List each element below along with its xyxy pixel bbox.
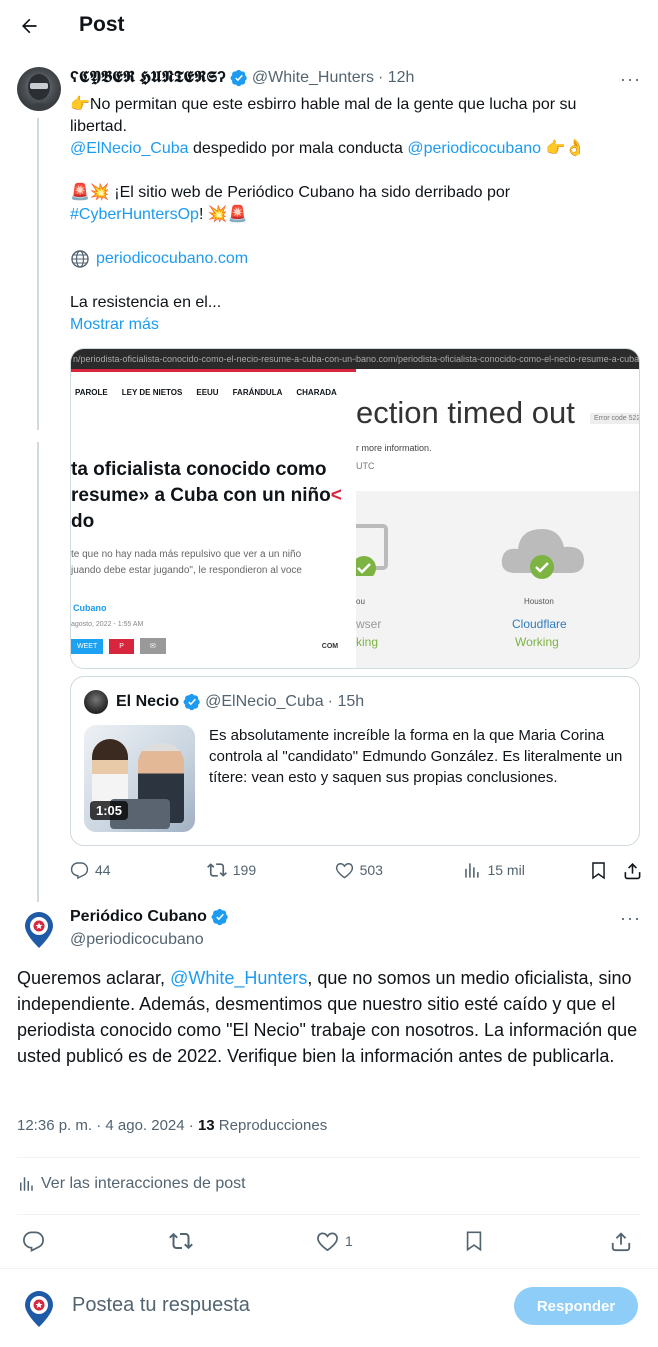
bookmark-button[interactable] xyxy=(463,1230,610,1252)
analytics-icon xyxy=(20,1177,33,1191)
reply-input[interactable]: Postea tu respuesta xyxy=(72,1294,250,1317)
like-button[interactable]: 1 xyxy=(316,1230,463,1253)
quote-text: Es absolutamente increíble la forma en l… xyxy=(209,727,623,786)
error-page-screenshot: bano.com/periodista-oficialista-conocido… xyxy=(356,349,639,668)
bookmark-icon xyxy=(592,861,606,879)
bookmark-icon xyxy=(466,1231,482,1252)
reply-button[interactable] xyxy=(22,1230,169,1253)
author-handle[interactable]: @White_Hunters xyxy=(252,69,374,87)
avatar[interactable] xyxy=(17,908,61,952)
author-name[interactable]: ʕ𝕮𝖄𝕭𝕰𝕽 𝕳𝖀𝕹𝕿𝕰𝕽𝕾ʔ xyxy=(70,69,226,87)
mention-link[interactable]: @periodicocubano xyxy=(407,140,541,157)
mention-link[interactable]: @ElNecio_Cuba xyxy=(70,140,189,157)
globe-icon xyxy=(71,250,89,268)
share-icon xyxy=(611,1232,631,1252)
analytics-icon xyxy=(465,862,480,878)
reply-button[interactable]: 44 xyxy=(70,861,207,880)
more-options-icon[interactable]: ··· xyxy=(620,908,641,929)
share-icon xyxy=(624,862,641,879)
post-actions: 44 199 503 15 mil xyxy=(70,860,642,880)
more-options-icon[interactable]: ··· xyxy=(620,69,641,90)
periodico-cubano-logo-icon xyxy=(25,1291,53,1327)
avatar[interactable] xyxy=(17,67,61,111)
reply-submit-button[interactable]: Responder xyxy=(514,1287,638,1325)
heart-icon xyxy=(317,1231,338,1251)
top-bar: Post xyxy=(0,0,658,53)
divider xyxy=(0,1268,658,1269)
divider xyxy=(17,1214,641,1215)
media-image[interactable]: n/periodista-oficialista-conocido-como-e… xyxy=(70,348,640,669)
avatar[interactable] xyxy=(17,1287,61,1331)
show-more-link[interactable]: Mostrar más xyxy=(70,314,630,336)
site-nav: PAROLE LEY DE NIETOS EEUU FARÁNDULA CHARADA xyxy=(75,388,337,397)
cloud-icon xyxy=(501,529,584,579)
comment-icon xyxy=(70,861,89,879)
hashtag-link[interactable]: #CyberHuntersOp xyxy=(70,206,199,223)
back-button[interactable] xyxy=(14,11,44,41)
repost-icon xyxy=(169,1232,193,1250)
truncated-text: La resistencia en el... xyxy=(70,294,222,311)
quote-author-name[interactable]: El Necio xyxy=(116,693,179,711)
reply-actions: 1 xyxy=(22,1229,638,1253)
view-interactions-link[interactable]: Ver las interacciones de post xyxy=(17,1175,246,1193)
quote-handle[interactable]: @ElNecio_Cuba xyxy=(205,693,324,711)
thread-line xyxy=(37,442,39,902)
post-text: 👉No permitan que este esbirro hable mal … xyxy=(70,94,630,336)
post-time[interactable]: · 12h xyxy=(378,69,414,87)
divider xyxy=(17,1157,641,1158)
quoted-post[interactable]: El Necio @ElNecio_Cuba · 15h 1:05 Es abs… xyxy=(70,676,640,846)
website-link[interactable]: periodicocubano.com xyxy=(96,248,248,270)
video-duration: 1:05 xyxy=(90,801,129,820)
author-handle[interactable]: @periodicocubano xyxy=(70,931,204,949)
share-button[interactable] xyxy=(610,1230,632,1252)
repost-button[interactable] xyxy=(169,1229,316,1253)
repost-button[interactable]: 199 xyxy=(206,860,335,880)
mention-link[interactable]: @White_Hunters xyxy=(170,968,307,988)
bookmark-button[interactable] xyxy=(589,861,623,880)
video-thumbnail[interactable]: 1:05 xyxy=(84,725,195,832)
browser-icon xyxy=(356,524,388,576)
verified-badge-icon xyxy=(230,69,247,87)
quote-time[interactable]: · 15h xyxy=(328,693,364,711)
reply-text: Queremos aclarar, @White_Hunters, que no… xyxy=(17,968,638,1066)
masked-figure-icon xyxy=(23,74,55,111)
thread-line xyxy=(37,118,39,430)
author-row: ʕ𝕮𝖄𝕭𝕰𝕽 𝕳𝖀𝕹𝕿𝕰𝕽𝕾ʔ @White_Hunters · 12h xyxy=(70,69,414,87)
verified-badge-icon xyxy=(183,693,200,711)
arrow-left-icon xyxy=(22,18,37,34)
post-timestamp: 12:36 p. m. · 4 ago. 2024 · 13 Reproducc… xyxy=(17,1117,328,1134)
repost-icon xyxy=(206,863,227,877)
like-button[interactable]: 503 xyxy=(335,861,463,880)
verified-badge-icon xyxy=(211,908,228,926)
page-title: Post xyxy=(79,13,125,36)
periodico-cubano-logo-icon xyxy=(25,912,53,948)
heart-icon xyxy=(335,862,353,878)
article-screenshot: n/periodista-oficialista-conocido-como-e… xyxy=(71,349,356,668)
quote-avatar[interactable] xyxy=(84,690,108,714)
share-button[interactable] xyxy=(623,861,642,880)
comment-icon xyxy=(23,1231,44,1252)
author-name[interactable]: Periódico Cubano xyxy=(70,908,207,926)
views-button[interactable]: 15 mil xyxy=(462,861,589,880)
